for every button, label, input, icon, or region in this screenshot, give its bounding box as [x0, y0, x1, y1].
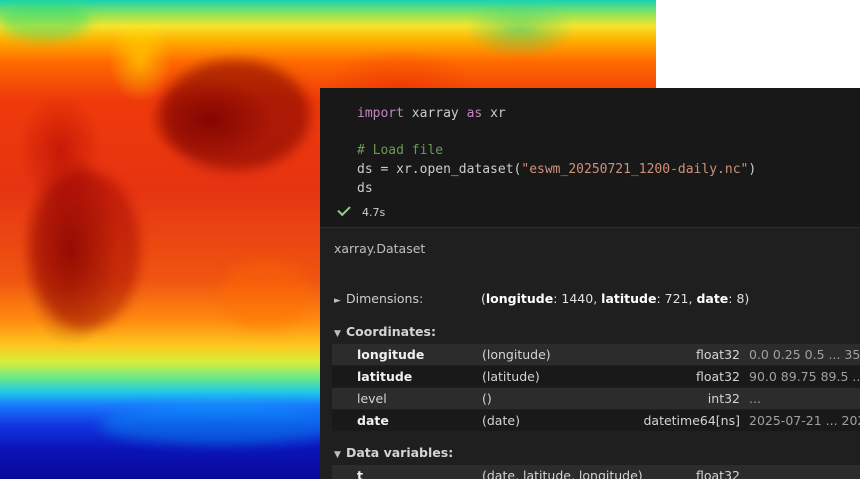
coordinates-label: Coordinates:	[346, 324, 436, 339]
dim-name: longitude	[485, 291, 554, 306]
dataset-type-title: xarray.Dataset	[334, 241, 426, 256]
data-variables-section-header[interactable]: ▼ Data variables:	[334, 445, 453, 460]
coord-dims: (date)	[482, 413, 520, 428]
coord-dtype: datetime64[ns]	[643, 413, 740, 428]
coord-preview: 0.0 0.25 0.5 ... 359	[749, 347, 860, 362]
coord-dtype: int32	[707, 391, 740, 406]
code-line-ds: ds	[357, 181, 373, 196]
notebook-panel: import xarray as xr # Load file ds = xr.…	[320, 88, 860, 479]
as-keyword: as	[466, 106, 483, 121]
coord-name: level	[357, 391, 387, 406]
var-name: t	[357, 468, 363, 479]
collapsed-triangle-icon: ►	[334, 296, 341, 306]
module-name: xarray	[403, 106, 467, 121]
coord-preview: ...	[749, 391, 761, 406]
dimensions-list: (longitude: 1440, latitude: 721, date: 8…	[481, 291, 750, 306]
coord-name: latitude	[357, 369, 413, 384]
data-variable-row[interactable]: t (date, latitude, longitude) float32	[332, 465, 860, 479]
execution-status: 4.7s	[337, 202, 386, 222]
coord-preview: 90.0 89.75 89.5 ...	[749, 369, 860, 384]
dimensions-section-header[interactable]: ► Dimensions:	[334, 291, 423, 306]
coord-name: date	[357, 413, 389, 428]
close-paren: )	[748, 162, 757, 177]
expanded-triangle-icon: ▼	[334, 329, 341, 339]
dimensions-label: Dimensions:	[346, 291, 424, 306]
dim-size: 721	[664, 291, 689, 306]
coordinate-row[interactable]: latitude (latitude) float32 90.0 89.75 8…	[332, 366, 860, 387]
coordinate-row[interactable]: date (date) datetime64[ns] 2025-07-21 ..…	[332, 410, 860, 431]
coord-dtype: float32	[696, 369, 740, 384]
coordinate-row[interactable]: level () int32 ...	[332, 388, 860, 409]
dim-size: 8	[736, 291, 745, 306]
dim-name: date	[696, 291, 729, 306]
code-line-import: import xarray as xr	[357, 104, 506, 123]
coord-dims: (latitude)	[482, 369, 540, 384]
dim-size: 1440	[561, 291, 594, 306]
expanded-triangle-icon: ▼	[334, 450, 341, 460]
coordinate-row[interactable]: longitude (longitude) float32 0.0 0.25 0…	[332, 344, 860, 365]
coord-dims: (longitude)	[482, 347, 551, 362]
coordinates-section-header[interactable]: ▼ Coordinates:	[334, 324, 436, 339]
coord-dtype: float32	[696, 347, 740, 362]
var-dims: (date, latitude, longitude)	[482, 468, 643, 479]
var-dtype: float32	[696, 468, 740, 479]
data-variables-label: Data variables:	[346, 445, 454, 460]
code-line-open-dataset: ds = xr.open_dataset("eswm_20250721_1200…	[357, 160, 756, 179]
filename-string: "eswm_20250721_1200-daily.nc"	[521, 162, 749, 177]
coord-dims: ()	[482, 391, 492, 406]
open-dataset-call: ds = xr.open_dataset(	[357, 162, 522, 177]
cell-output: xarray.Dataset ► Dimensions: (longitude: …	[320, 228, 860, 479]
dim-name: latitude	[601, 291, 657, 306]
alias-name: xr	[482, 106, 506, 121]
coord-preview: 2025-07-21 ... 202	[749, 413, 860, 428]
check-icon	[337, 202, 351, 217]
import-keyword: import	[357, 106, 404, 121]
execution-time: 4.7s	[362, 206, 386, 219]
coord-name: longitude	[357, 347, 425, 362]
code-cell[interactable]: import xarray as xr # Load file ds = xr.…	[320, 88, 860, 228]
code-comment: # Load file	[357, 143, 444, 158]
